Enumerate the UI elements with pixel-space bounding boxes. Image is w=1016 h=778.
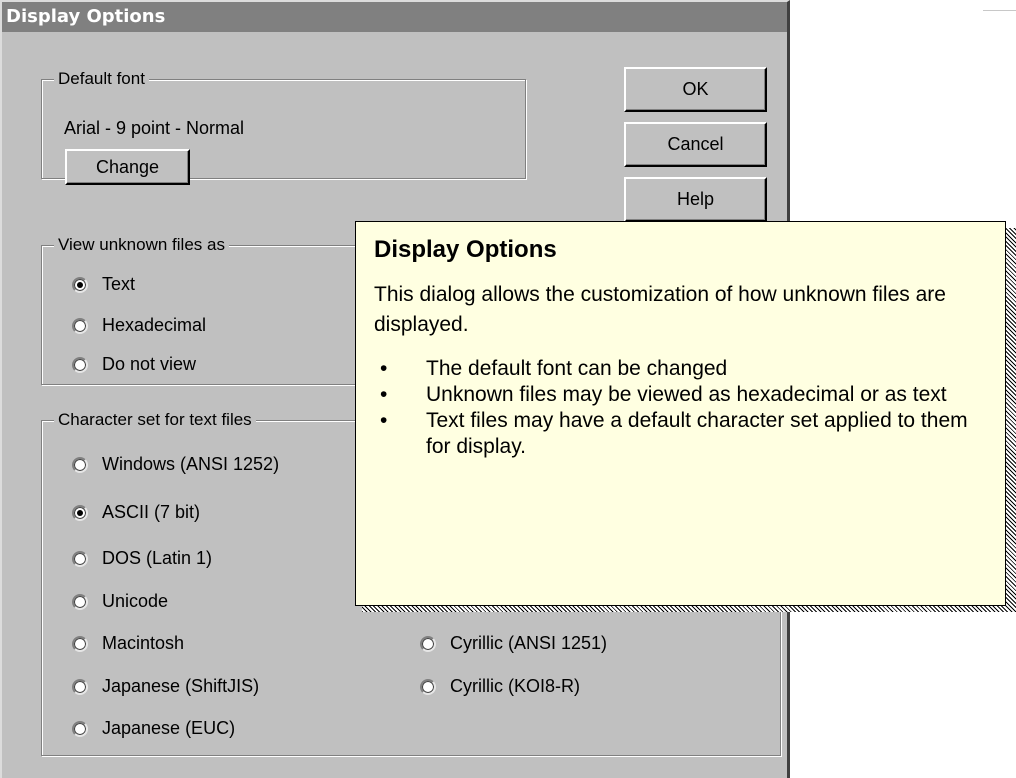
radio-button-icon (72, 504, 88, 521)
radio-label: ASCII (7 bit) (102, 502, 201, 522)
dialog-title: Display Options (2, 2, 787, 32)
help-button[interactable]: Help (624, 177, 767, 222)
charset-label: Character set for text files (54, 410, 256, 430)
help-popup-text: This dialog allows the customization of … (374, 283, 946, 336)
radio-button-icon (420, 678, 436, 695)
radio-dos-latin-1[interactable]: DOS (Latin 1) (72, 548, 212, 569)
help-popup[interactable]: Display Options This dialog allows the c… (355, 221, 1006, 606)
radio-label: Japanese (ShiftJIS) (102, 676, 260, 696)
radio-label: Japanese (EUC) (102, 718, 236, 738)
radio-japanese-euc[interactable]: Japanese (EUC) (72, 718, 235, 739)
list-item: • The default font can be changed (374, 356, 987, 382)
radio-label: Windows (ANSI 1252) (102, 454, 280, 474)
radio-label: Unicode (102, 591, 169, 611)
radio-hexadecimal[interactable]: Hexadecimal (72, 315, 206, 336)
radio-button-icon (72, 276, 88, 293)
radio-button-icon (72, 317, 88, 334)
radio-macintosh[interactable]: Macintosh (72, 633, 184, 654)
radio-label: Cyrillic (ANSI 1251) (450, 633, 608, 653)
radio-cyrillic-koi8-r[interactable]: Cyrillic (KOI8-R) (420, 676, 580, 697)
radio-button-icon (72, 635, 88, 652)
radio-text[interactable]: Text (72, 274, 135, 295)
bullet-icon: • (380, 357, 388, 380)
default-font-label: Default font (54, 69, 149, 89)
radio-label: Text (102, 274, 136, 294)
radio-button-icon (72, 456, 88, 473)
list-item: • Text files may have a default characte… (374, 408, 987, 460)
radio-label: Do not view (102, 354, 197, 374)
radio-selected-dot (77, 281, 83, 288)
change-font-button[interactable]: Change (65, 149, 190, 185)
help-popup-title: Display Options (374, 236, 557, 263)
radio-selected-dot (77, 509, 83, 516)
radio-unicode[interactable]: Unicode (72, 591, 168, 612)
default-font-value: Arial - 9 point - Normal (64, 118, 245, 138)
radio-label: Cyrillic (KOI8-R) (450, 676, 580, 696)
ok-button[interactable]: OK (624, 67, 767, 112)
list-item: • Unknown files may be viewed as hexadec… (374, 382, 987, 408)
cancel-button[interactable]: Cancel (624, 122, 767, 167)
radio-label: DOS (Latin 1) (102, 548, 213, 568)
list-item-text: Unknown files may be viewed as hexadecim… (426, 383, 947, 406)
radio-button-icon (72, 720, 88, 737)
radio-cyrillic-ansi-1251[interactable]: Cyrillic (ANSI 1251) (420, 633, 607, 654)
view-unknown-label: View unknown files as (54, 235, 229, 255)
bullet-icon: • (380, 409, 388, 432)
radio-label: Macintosh (102, 633, 185, 653)
bullet-icon: • (380, 383, 388, 406)
radio-button-icon (72, 356, 88, 373)
radio-ascii-7-bit[interactable]: ASCII (7 bit) (72, 502, 200, 523)
radio-do-not-view[interactable]: Do not view (72, 354, 196, 375)
radio-button-icon (72, 593, 88, 610)
radio-japanese-shiftjis[interactable]: Japanese (ShiftJIS) (72, 676, 259, 697)
list-item-text: Text files may have a default character … (426, 409, 968, 458)
radio-button-icon (72, 678, 88, 695)
help-popup-bullet-list: • The default font can be changed • Unkn… (374, 356, 987, 460)
background-divider (983, 10, 1016, 11)
radio-label: Hexadecimal (102, 315, 207, 335)
list-item-text: The default font can be changed (426, 357, 728, 380)
radio-button-icon (420, 635, 436, 652)
radio-windows-ansi-1252[interactable]: Windows (ANSI 1252) (72, 454, 279, 475)
radio-button-icon (72, 550, 88, 567)
